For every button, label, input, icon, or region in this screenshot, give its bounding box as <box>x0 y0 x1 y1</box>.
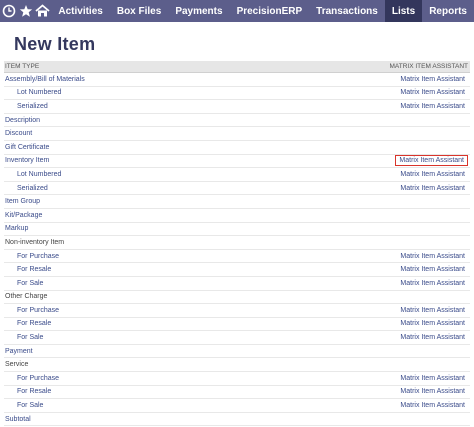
item-type-link[interactable]: Lot Numbered <box>5 89 61 96</box>
item-type-link[interactable]: For Resale <box>5 266 51 273</box>
matrix-item-assistant-link[interactable]: Matrix Item Assistant <box>397 279 468 288</box>
nav-item-transactions[interactable]: Transactions <box>309 0 385 22</box>
matrix-item-assistant-link[interactable]: Matrix Item Assistant <box>397 75 468 84</box>
list-item: For Sale Matrix Item Assistant <box>4 399 470 413</box>
list-item: For Resale Matrix Item Assistant <box>4 318 470 332</box>
category-label: Other Charge <box>5 293 48 301</box>
list-item: Serialized Matrix Item Assistant <box>4 100 470 114</box>
list-item: Kit/Package <box>4 209 470 223</box>
matrix-item-assistant-link[interactable]: Matrix Item Assistant <box>397 374 468 383</box>
list-item: Subtotal <box>4 413 470 427</box>
list-item: Discount <box>4 127 470 141</box>
list-item: For Purchase Matrix Item Assistant <box>4 304 470 318</box>
list-rows: Assembly/Bill of Materials Matrix Item As… <box>4 73 470 427</box>
list-item: For Purchase Matrix Item Assistant <box>4 372 470 386</box>
list-item: Other Charge <box>4 291 470 305</box>
list-item: Non-inventory Item <box>4 236 470 250</box>
item-type-link[interactable]: Subtotal <box>5 416 31 423</box>
matrix-item-assistant-link[interactable]: Matrix Item Assistant <box>397 319 468 328</box>
matrix-item-assistant-link[interactable]: Matrix Item Assistant <box>397 265 468 274</box>
nav-item-lists[interactable]: Lists <box>384 0 423 22</box>
category-label: Service <box>5 361 29 369</box>
item-type-link[interactable]: Lot Numbered <box>5 171 61 178</box>
matrix-item-assistant-link[interactable]: Matrix Item Assistant <box>397 88 468 97</box>
item-type-link[interactable]: Gift Certificate <box>5 144 49 151</box>
list-item: Markup <box>4 223 470 237</box>
nav-item-precisionerp[interactable]: PrecisionERP <box>230 0 310 22</box>
item-type-link[interactable]: For Purchase <box>5 375 59 382</box>
item-type-link[interactable]: For Resale <box>5 388 51 395</box>
column-header-matrix: MATRIX ITEM ASSISTANT <box>389 63 469 70</box>
item-type-link[interactable]: Serialized <box>5 103 48 110</box>
list-item: Item Group <box>4 195 470 209</box>
matrix-item-assistant-link[interactable]: Matrix Item Assistant <box>397 387 468 396</box>
list-item: Payment <box>4 345 470 359</box>
matrix-item-assistant-link[interactable]: Matrix Item Assistant <box>397 401 468 410</box>
list-item: Lot Numbered Matrix Item Assistant <box>4 87 470 101</box>
item-type-link[interactable]: Serialized <box>5 185 48 192</box>
matrix-item-assistant-link[interactable]: Matrix Item Assistant <box>397 184 468 193</box>
item-type-link[interactable]: For Resale <box>5 320 51 327</box>
list-item: Inventory Item Matrix Item Assistant <box>4 155 470 169</box>
item-type-link[interactable]: Inventory Item <box>5 157 49 164</box>
matrix-item-assistant-link[interactable]: Matrix Item Assistant <box>397 252 468 261</box>
column-header-item-type: ITEM TYPE <box>5 63 40 70</box>
page-title: New Item <box>14 34 96 54</box>
category-label: Non-inventory Item <box>5 238 65 246</box>
list-item: Service <box>4 358 470 373</box>
item-type-link[interactable]: For Sale <box>5 334 43 341</box>
list-item: Serialized Matrix Item Assistant <box>4 182 470 196</box>
list-item: For Resale Matrix Item Assistant <box>4 263 470 277</box>
nav-item-payments[interactable]: Payments <box>168 0 229 22</box>
item-type-link[interactable]: For Purchase <box>5 307 59 314</box>
matrix-item-assistant-link[interactable]: Matrix Item Assistant <box>397 102 468 111</box>
nav-item-box-files[interactable]: Box Files <box>110 0 168 22</box>
item-type-link[interactable]: For Sale <box>5 280 43 287</box>
list-item: For Resale Matrix Item Assistant <box>4 386 470 400</box>
nav-menu: Activities Box Files Payments PrecisionERP T… <box>51 0 474 22</box>
list-item: For Sale Matrix Item Assistant <box>4 277 470 291</box>
item-type-link[interactable]: Description <box>5 117 40 124</box>
item-type-link[interactable]: Discount <box>5 130 32 137</box>
list-header: ITEM TYPE MATRIX ITEM ASSISTANT <box>4 61 470 73</box>
item-type-link[interactable]: Kit/Package <box>5 212 42 219</box>
item-type-link[interactable]: Item Group <box>5 198 40 205</box>
list-item: Assembly/Bill of Materials Matrix Item As… <box>4 73 470 87</box>
nav-item-reports[interactable]: Reports <box>422 0 474 22</box>
home-icon[interactable] <box>34 0 51 22</box>
star-icon[interactable] <box>17 0 34 22</box>
matrix-item-assistant-link[interactable]: Matrix Item Assistant <box>397 170 468 179</box>
list-item: Description <box>4 114 470 128</box>
item-type-link[interactable]: For Purchase <box>5 253 59 260</box>
list-item: Gift Certificate <box>4 141 470 155</box>
recent-icon[interactable] <box>0 0 17 22</box>
matrix-item-assistant-link[interactable]: Matrix Item Assistant <box>397 306 468 315</box>
item-type-link[interactable]: Payment <box>5 348 33 355</box>
item-type-link[interactable]: For Sale <box>5 402 43 409</box>
item-type-link[interactable]: Assembly/Bill of Materials <box>5 76 85 83</box>
item-type-list: ITEM TYPE MATRIX ITEM ASSISTANT Assembly… <box>4 61 470 427</box>
matrix-item-assistant-link[interactable]: Matrix Item Assistant <box>395 155 468 167</box>
list-item: Lot Numbered Matrix Item Assistant <box>4 168 470 182</box>
list-item: For Sale Matrix Item Assistant <box>4 331 470 345</box>
item-type-link[interactable]: Markup <box>5 225 28 232</box>
matrix-item-assistant-link[interactable]: Matrix Item Assistant <box>397 333 468 342</box>
nav-item-activities[interactable]: Activities <box>51 0 109 22</box>
top-navbar: Activities Box Files Payments PrecisionERP T… <box>0 0 474 22</box>
list-item: For Purchase Matrix Item Assistant <box>4 250 470 264</box>
